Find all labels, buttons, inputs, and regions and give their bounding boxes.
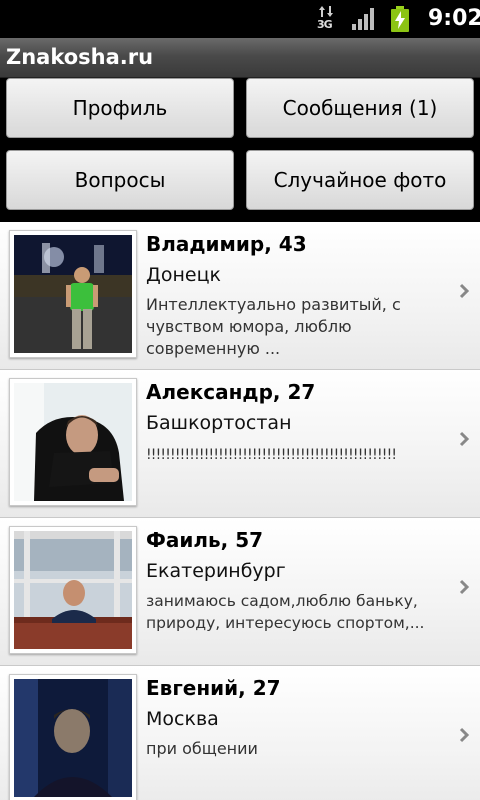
chevron-right-icon[interactable] — [458, 724, 472, 746]
battery-charging-icon — [391, 6, 409, 32]
list-item[interactable]: Александр, 27 Башкортостан !!!!!!!!!!!!!… — [0, 370, 480, 518]
person-photo-icon — [14, 383, 132, 501]
clock: 9:02 — [428, 6, 480, 31]
profile-photo[interactable] — [9, 230, 137, 358]
profile-name: Александр, 27 — [146, 380, 316, 404]
chevron-right-icon[interactable] — [458, 280, 472, 302]
chevron-right-icon[interactable] — [458, 428, 472, 450]
list-item[interactable]: Евгений, 27 Москва при общении — [0, 666, 480, 800]
network-3g-icon: 3G — [316, 6, 336, 32]
profile-city: Москва — [146, 708, 219, 730]
questions-button[interactable]: Вопросы — [6, 150, 234, 210]
person-photo-icon — [14, 531, 132, 649]
profile-name: Евгений, 27 — [146, 676, 281, 700]
list-item[interactable]: Владимир, 43 Донецк Интеллектуально разв… — [0, 222, 480, 370]
status-bar: 3G 9:02 — [0, 0, 480, 38]
profile-city: Донецк — [146, 264, 221, 286]
profile-name: Фаиль, 57 — [146, 528, 264, 552]
profile-photo[interactable] — [9, 674, 137, 800]
app-title-bar: Znakosha.ru — [0, 38, 480, 78]
profile-city: Башкортостан — [146, 412, 292, 434]
profile-photo[interactable] — [9, 378, 137, 506]
person-photo-icon — [14, 235, 132, 353]
list-item[interactable]: Фаиль, 57 Екатеринбург занимаюсь садом,л… — [0, 518, 480, 666]
signal-strength-icon — [352, 8, 374, 30]
profile-description: !!!!!!!!!!!!!!!!!!!!!!!!!!!!!!!!!!!!!!!!… — [146, 447, 397, 463]
profile-name: Владимир, 43 — [146, 232, 307, 256]
messages-button[interactable]: Сообщения (1) — [246, 78, 474, 138]
random-photo-button[interactable]: Случайное фото — [246, 150, 474, 210]
profile-city: Екатеринбург — [146, 560, 286, 582]
chevron-right-icon[interactable] — [458, 576, 472, 598]
profile-description: Интеллектуально развитый, с чувством юмо… — [146, 295, 401, 358]
profile-description: при общении — [146, 739, 258, 758]
network-type-label: 3G — [317, 18, 333, 31]
profile-description: занимаюсь садом,люблю баньку, природу, и… — [146, 592, 425, 632]
profile-list: Владимир, 43 Донецк Интеллектуально разв… — [0, 222, 480, 800]
person-photo-icon — [14, 679, 132, 797]
main-menu: Профиль Сообщения (1) Вопросы Случайное … — [0, 78, 480, 222]
profile-photo[interactable] — [9, 526, 137, 654]
app-title: Znakosha.ru — [6, 45, 154, 69]
profile-button[interactable]: Профиль — [6, 78, 234, 138]
